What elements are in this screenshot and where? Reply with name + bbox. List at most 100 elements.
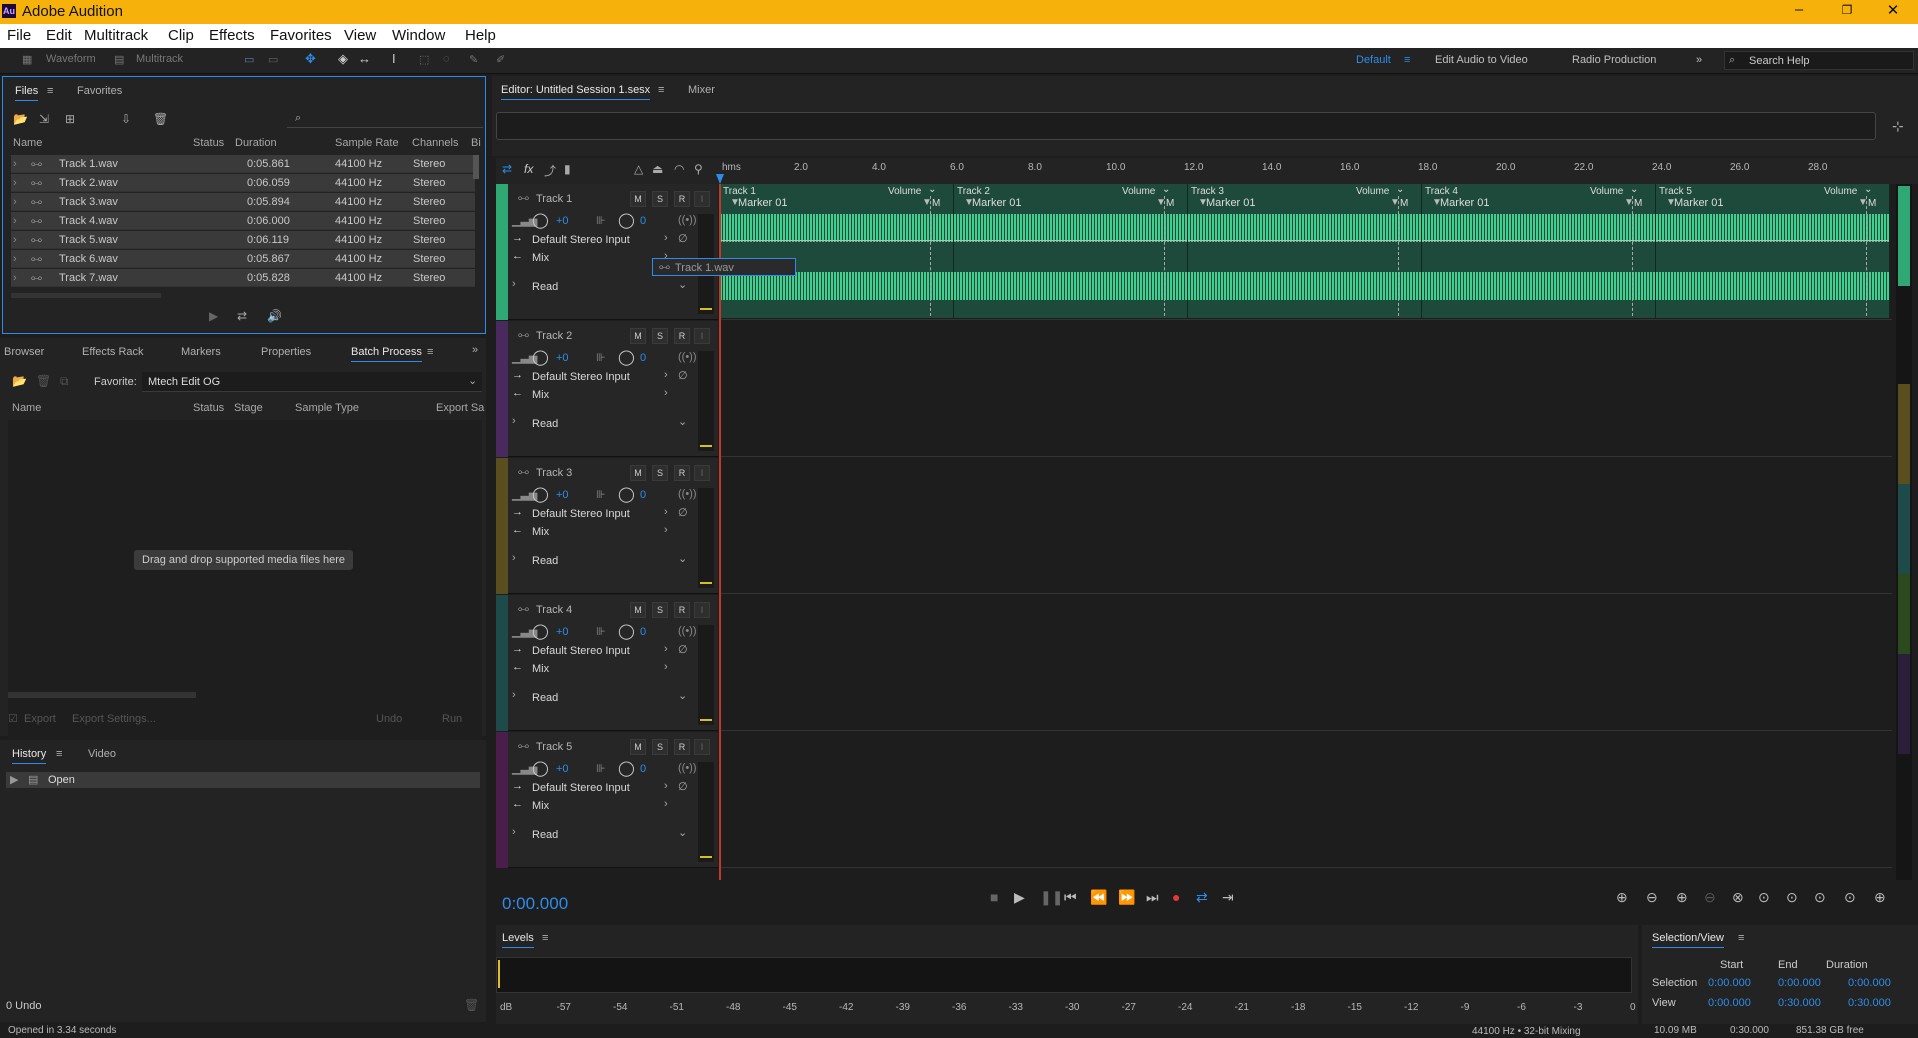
- workspace-menu-icon[interactable]: ≡: [1404, 54, 1410, 66]
- monitor-input-button[interactable]: I: [694, 739, 710, 755]
- record-arm-button[interactable]: R: [674, 191, 690, 207]
- file-row[interactable]: › ⧟ Track 7.wav 0:05.828 44100 Hz Stereo: [11, 269, 475, 287]
- chevron-right-icon[interactable]: ›: [13, 196, 17, 208]
- delete-icon[interactable]: 🗑: [464, 998, 479, 1012]
- auto-play-icon[interactable]: 🔊: [267, 309, 282, 323]
- lasso-tool-icon[interactable]: ◌: [443, 53, 450, 65]
- tab-browser[interactable]: Browser: [4, 346, 44, 358]
- monitor-input-button[interactable]: I: [694, 465, 710, 481]
- more-panels-icon[interactable]: »: [472, 344, 478, 356]
- column-name[interactable]: Name: [13, 137, 42, 149]
- chevron-right-icon[interactable]: ›: [512, 415, 516, 427]
- tab-mixer[interactable]: Mixer: [688, 84, 715, 96]
- rewind-button[interactable]: ⏪: [1090, 889, 1107, 906]
- track-automation-mode[interactable]: Read: [532, 692, 558, 704]
- zoom-out-amplitude-icon[interactable]: ⊖: [1646, 889, 1658, 906]
- open-folder-icon[interactable]: 📂: [12, 374, 27, 388]
- stereo-icon[interactable]: ((•)): [678, 351, 697, 363]
- go-to-end-button[interactable]: ⏭: [1146, 889, 1159, 906]
- export-settings-button[interactable]: Export Settings...: [72, 713, 156, 725]
- zoom-track-icon[interactable]: ⊙: [1844, 889, 1856, 906]
- marker-icon[interactable]: ⚲: [694, 162, 703, 176]
- pan-knob-icon[interactable]: ◯: [618, 348, 635, 366]
- file-row[interactable]: › ⧟ Track 5.wav 0:06.119 44100 Hz Stereo: [11, 231, 475, 249]
- menu-view[interactable]: View: [344, 27, 376, 44]
- track-name[interactable]: Track 5: [536, 741, 572, 753]
- track-lane[interactable]: [720, 595, 1892, 731]
- file-row[interactable]: › ⧟ Track 6.wav 0:05.867 44100 Hz Stereo: [11, 250, 475, 268]
- zoom-in-time-icon[interactable]: ⊕: [1676, 889, 1688, 906]
- track-name[interactable]: Track 1: [536, 193, 572, 205]
- track-lane[interactable]: [720, 321, 1892, 457]
- undo-button[interactable]: Undo: [376, 713, 402, 725]
- clip-volume-label[interactable]: Volume: [888, 186, 921, 197]
- monitor-input-button[interactable]: I: [694, 602, 710, 618]
- workspace-radio-production[interactable]: Radio Production: [1572, 54, 1656, 66]
- audio-clip[interactable]: Track 3 Volume ⌄ ▼ Marker 01 ▼ M: [1188, 184, 1422, 318]
- chevron-down-icon[interactable]: ⌄: [1162, 184, 1170, 195]
- waveform-view-button[interactable]: Waveform: [46, 53, 96, 65]
- chevron-down-icon[interactable]: ⌄: [1396, 184, 1404, 195]
- search-help-field[interactable]: ⌕ Search Help: [1724, 51, 1914, 70]
- chevron-right-icon[interactable]: ›: [13, 253, 17, 265]
- track-volume[interactable]: +0: [556, 352, 569, 364]
- zoom-full-icon[interactable]: ⊗: [1732, 889, 1744, 906]
- mute-button[interactable]: M: [630, 739, 646, 755]
- tab-video[interactable]: Video: [88, 748, 116, 760]
- skip-selection-button[interactable]: ⇥: [1222, 889, 1234, 906]
- files-scrollbar[interactable]: [473, 155, 479, 179]
- track-header[interactable]: ⧟ Track 4 M S R I ▁▃▅ ◯ +0 ⊪ ◯ 0 ((•)) →…: [496, 595, 718, 731]
- menu-help[interactable]: Help: [465, 27, 496, 44]
- clip-end-marker[interactable]: M: [932, 198, 940, 209]
- move-tool-icon[interactable]: ✥: [305, 51, 316, 67]
- tab-favorites[interactable]: Favorites: [77, 85, 122, 97]
- polarity-icon[interactable]: ∅: [678, 643, 688, 656]
- marquee-tool-icon[interactable]: ⬚: [419, 53, 429, 66]
- menu-file[interactable]: File: [7, 27, 31, 44]
- selection-view-menu-icon[interactable]: ≡: [1738, 932, 1744, 944]
- track-header[interactable]: ⧟ Track 5 M S R I ▁▃▅ ◯ +0 ⊪ ◯ 0 ((•)) →…: [496, 732, 718, 868]
- stereo-icon[interactable]: ((•)): [678, 625, 697, 637]
- pan-knob-icon[interactable]: ◯: [618, 759, 635, 777]
- restore-button[interactable]: ❐: [1832, 3, 1862, 17]
- zoom-out-point-icon[interactable]: ⊙: [1814, 889, 1826, 906]
- column-sample-rate[interactable]: Sample Rate: [335, 137, 399, 149]
- solo-button[interactable]: S: [652, 465, 668, 481]
- chevron-down-icon[interactable]: ⌄: [678, 278, 687, 291]
- polarity-icon[interactable]: ∅: [678, 369, 688, 382]
- track-output[interactable]: Mix: [532, 663, 549, 675]
- volume-knob-icon[interactable]: ◯: [532, 622, 549, 640]
- track-input[interactable]: Default Stereo Input: [532, 234, 630, 246]
- volume-line[interactable]: [720, 240, 953, 241]
- track-volume[interactable]: +0: [556, 626, 569, 638]
- chevron-right-icon[interactable]: ›: [664, 524, 668, 536]
- track-input[interactable]: Default Stereo Input: [532, 371, 630, 383]
- spot-healing-tool-icon[interactable]: ✐: [496, 53, 505, 66]
- track-header[interactable]: ⧟ Track 2 M S R I ▁▃▅ ◯ +0 ⊪ ◯ 0 ((•)) →…: [496, 321, 718, 457]
- zoom-all-tracks-icon[interactable]: ⊕: [1874, 889, 1886, 906]
- clip-marker[interactable]: Marker 01: [972, 197, 1022, 209]
- column-status[interactable]: Status: [193, 137, 224, 149]
- pan-knob-icon[interactable]: ◯: [618, 211, 635, 229]
- polarity-icon[interactable]: ∅: [678, 780, 688, 793]
- stereo-icon[interactable]: ((•)): [678, 214, 697, 226]
- selection-start[interactable]: 0:00.000: [1708, 977, 1751, 989]
- chevron-down-icon[interactable]: ⌄: [678, 826, 687, 839]
- view-start[interactable]: 0:00.000: [1708, 997, 1751, 1009]
- batch-file-list[interactable]: Drag and drop supported media files here: [8, 420, 482, 740]
- history-panel-menu-icon[interactable]: ≡: [56, 748, 62, 760]
- delete-icon[interactable]: 🗑: [36, 374, 51, 388]
- chevron-right-icon[interactable]: ›: [512, 826, 516, 838]
- files-horizontal-scrollbar[interactable]: [11, 293, 161, 298]
- chevron-right-icon[interactable]: ›: [512, 552, 516, 564]
- track-pan[interactable]: 0: [640, 352, 646, 364]
- minimize-button[interactable]: –: [1784, 1, 1814, 18]
- chevron-right-icon[interactable]: ›: [13, 272, 17, 284]
- volume-knob-icon[interactable]: ◯: [532, 348, 549, 366]
- clip-end-marker[interactable]: M: [1166, 198, 1174, 209]
- automation-icon[interactable]: ⏏: [652, 162, 663, 176]
- tab-files[interactable]: Files: [15, 85, 39, 101]
- clip-end-marker[interactable]: M: [1400, 198, 1408, 209]
- track-output[interactable]: Mix: [532, 389, 549, 401]
- zoom-in-point-icon[interactable]: ⊙: [1786, 889, 1798, 906]
